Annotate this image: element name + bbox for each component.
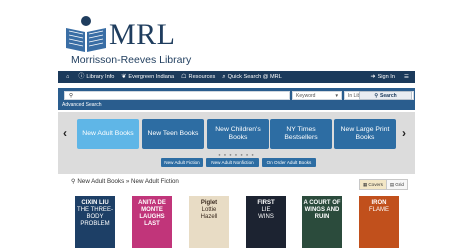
carousel-tile-ny-times-bestsellers[interactable]: NY Times Bestsellers (270, 119, 332, 149)
chevron-down-icon: ▼ (334, 93, 339, 98)
carousel-next-icon[interactable]: › (402, 126, 406, 140)
search-field-value: Keyword (296, 92, 316, 99)
book-cover-title-line: Hazell (200, 214, 218, 220)
nav-label: Evergreen Indiana (128, 74, 175, 80)
book-cover[interactable]: CIXIN LIU THE THREE-BODY PROBLEM (75, 196, 115, 248)
search-input[interactable]: ⚲ (64, 91, 290, 100)
carousel-tile-new-childrens-books[interactable]: New Children's Books (207, 119, 269, 149)
view-toggle: ▦ Covers ▤ Grid (359, 179, 408, 190)
logo-name: Morrisson-Reeves Library (71, 54, 192, 66)
nav-label: Quick Search @ MRL (227, 74, 282, 80)
menu-icon[interactable]: ☰ (404, 74, 409, 80)
search-icon: ⚲ (69, 92, 74, 99)
building-icon: ☖ (181, 74, 187, 80)
book-cover-title-line: A COURT OF WINGS AND RUIN (303, 200, 341, 220)
book-cover-title-line: WINS (258, 214, 274, 220)
book-cover-title-line: THE THREE-BODY PROBLEM (77, 207, 113, 227)
book-reader-logo-icon (66, 16, 106, 52)
nav-library-info[interactable]: ⓘ Library Info (78, 74, 114, 80)
search-button-label: Search (379, 92, 397, 99)
search-field-select[interactable]: Keyword ▼ (292, 91, 342, 100)
logo-abbr: MRL (109, 18, 176, 51)
search-bar: ⚲ Keyword ▼ In Library Catalog ▼ ⚲ Searc… (58, 88, 415, 110)
breadcrumb-text: New Adult Books » New Adult Fiction (77, 178, 179, 185)
nav-label: Library Info (86, 74, 115, 80)
info-icon: ⓘ (78, 74, 85, 80)
nav-label: Resources (188, 74, 216, 80)
sign-in-link[interactable]: ➜ Sign In (371, 74, 395, 80)
search-icon: ⚲ (374, 92, 378, 99)
search-button[interactable]: ⚲ Search (359, 91, 412, 100)
book-cover[interactable]: ANITA DE MONTE LAUGHS LAST (132, 196, 172, 248)
sub-button-on-order-adult-books[interactable]: On Order Adult Books (262, 158, 316, 167)
home-icon[interactable]: ⌂ (66, 74, 69, 80)
sub-button-new-adult-nonfiction[interactable]: New Adult Nonfiction (206, 158, 259, 167)
book-cover-title-line: IRON (371, 200, 387, 206)
book-cover-title-line: Lottie (201, 207, 217, 213)
carousel-tile-new-teen-books[interactable]: New Teen Books (142, 119, 204, 149)
search-icon: ⌕ (222, 74, 226, 80)
carousel-dots[interactable]: ● ● ● ● ● ● ● (58, 152, 415, 157)
top-nav: ⌂ ⓘ Library Info ❦ Evergreen Indiana ☖ R… (58, 71, 415, 83)
library-logo[interactable]: MRL Morrisson-Reeves Library (63, 14, 193, 68)
advanced-search-link[interactable]: Advanced Search (62, 102, 101, 108)
book-cover-title-line: Piglet (200, 200, 218, 206)
book-cover-title-line: LIE (261, 207, 271, 213)
book-cover-title-line: FIRST (257, 200, 275, 206)
ribbon-icon: ❦ (121, 74, 127, 80)
covers-view-button[interactable]: ▦ Covers (359, 179, 387, 190)
nav-resources[interactable]: ☖ Resources (181, 74, 215, 80)
book-cover[interactable]: IRON FLAME (359, 196, 399, 248)
grid-icon: ▤ (389, 181, 395, 187)
book-cover[interactable]: FIRST LIE WINS (246, 196, 286, 248)
book-cover[interactable]: A COURT OF WINGS AND RUIN (302, 196, 342, 248)
sub-button-new-adult-fiction[interactable]: New Adult Fiction (161, 158, 203, 167)
book-cover[interactable]: Piglet Lottie Hazell (189, 196, 229, 248)
browse-carousel: ‹ New Adult Books New Teen Books New Chi… (58, 112, 415, 174)
book-cover-title-line: FLAME (368, 207, 389, 213)
search-icon: ⚲ (71, 179, 76, 185)
nav-quick-search[interactable]: ⌕ Quick Search @ MRL (222, 74, 282, 80)
sign-in-icon: ➜ (370, 74, 376, 80)
sign-in-label: Sign In (377, 74, 395, 80)
carousel-prev-icon[interactable]: ‹ (63, 126, 67, 140)
carousel-tile-new-adult-books[interactable]: New Adult Books (77, 119, 139, 149)
covers-icon: ▦ (363, 181, 368, 187)
results-breadcrumb: ⚲ New Adult Books » New Adult Fiction (71, 178, 179, 185)
book-cover-title-line: CIXIN LIU (81, 200, 109, 206)
carousel-tile-new-large-print[interactable]: New Large Print Books (334, 119, 396, 149)
book-cover-title-line: ANITA DE MONTE LAUGHS LAST (138, 200, 166, 227)
covers-label: Covers (368, 182, 383, 187)
nav-evergreen-indiana[interactable]: ❦ Evergreen Indiana (121, 74, 174, 80)
grid-view-button[interactable]: ▤ Grid (386, 179, 408, 190)
grid-label: Grid (395, 182, 404, 187)
